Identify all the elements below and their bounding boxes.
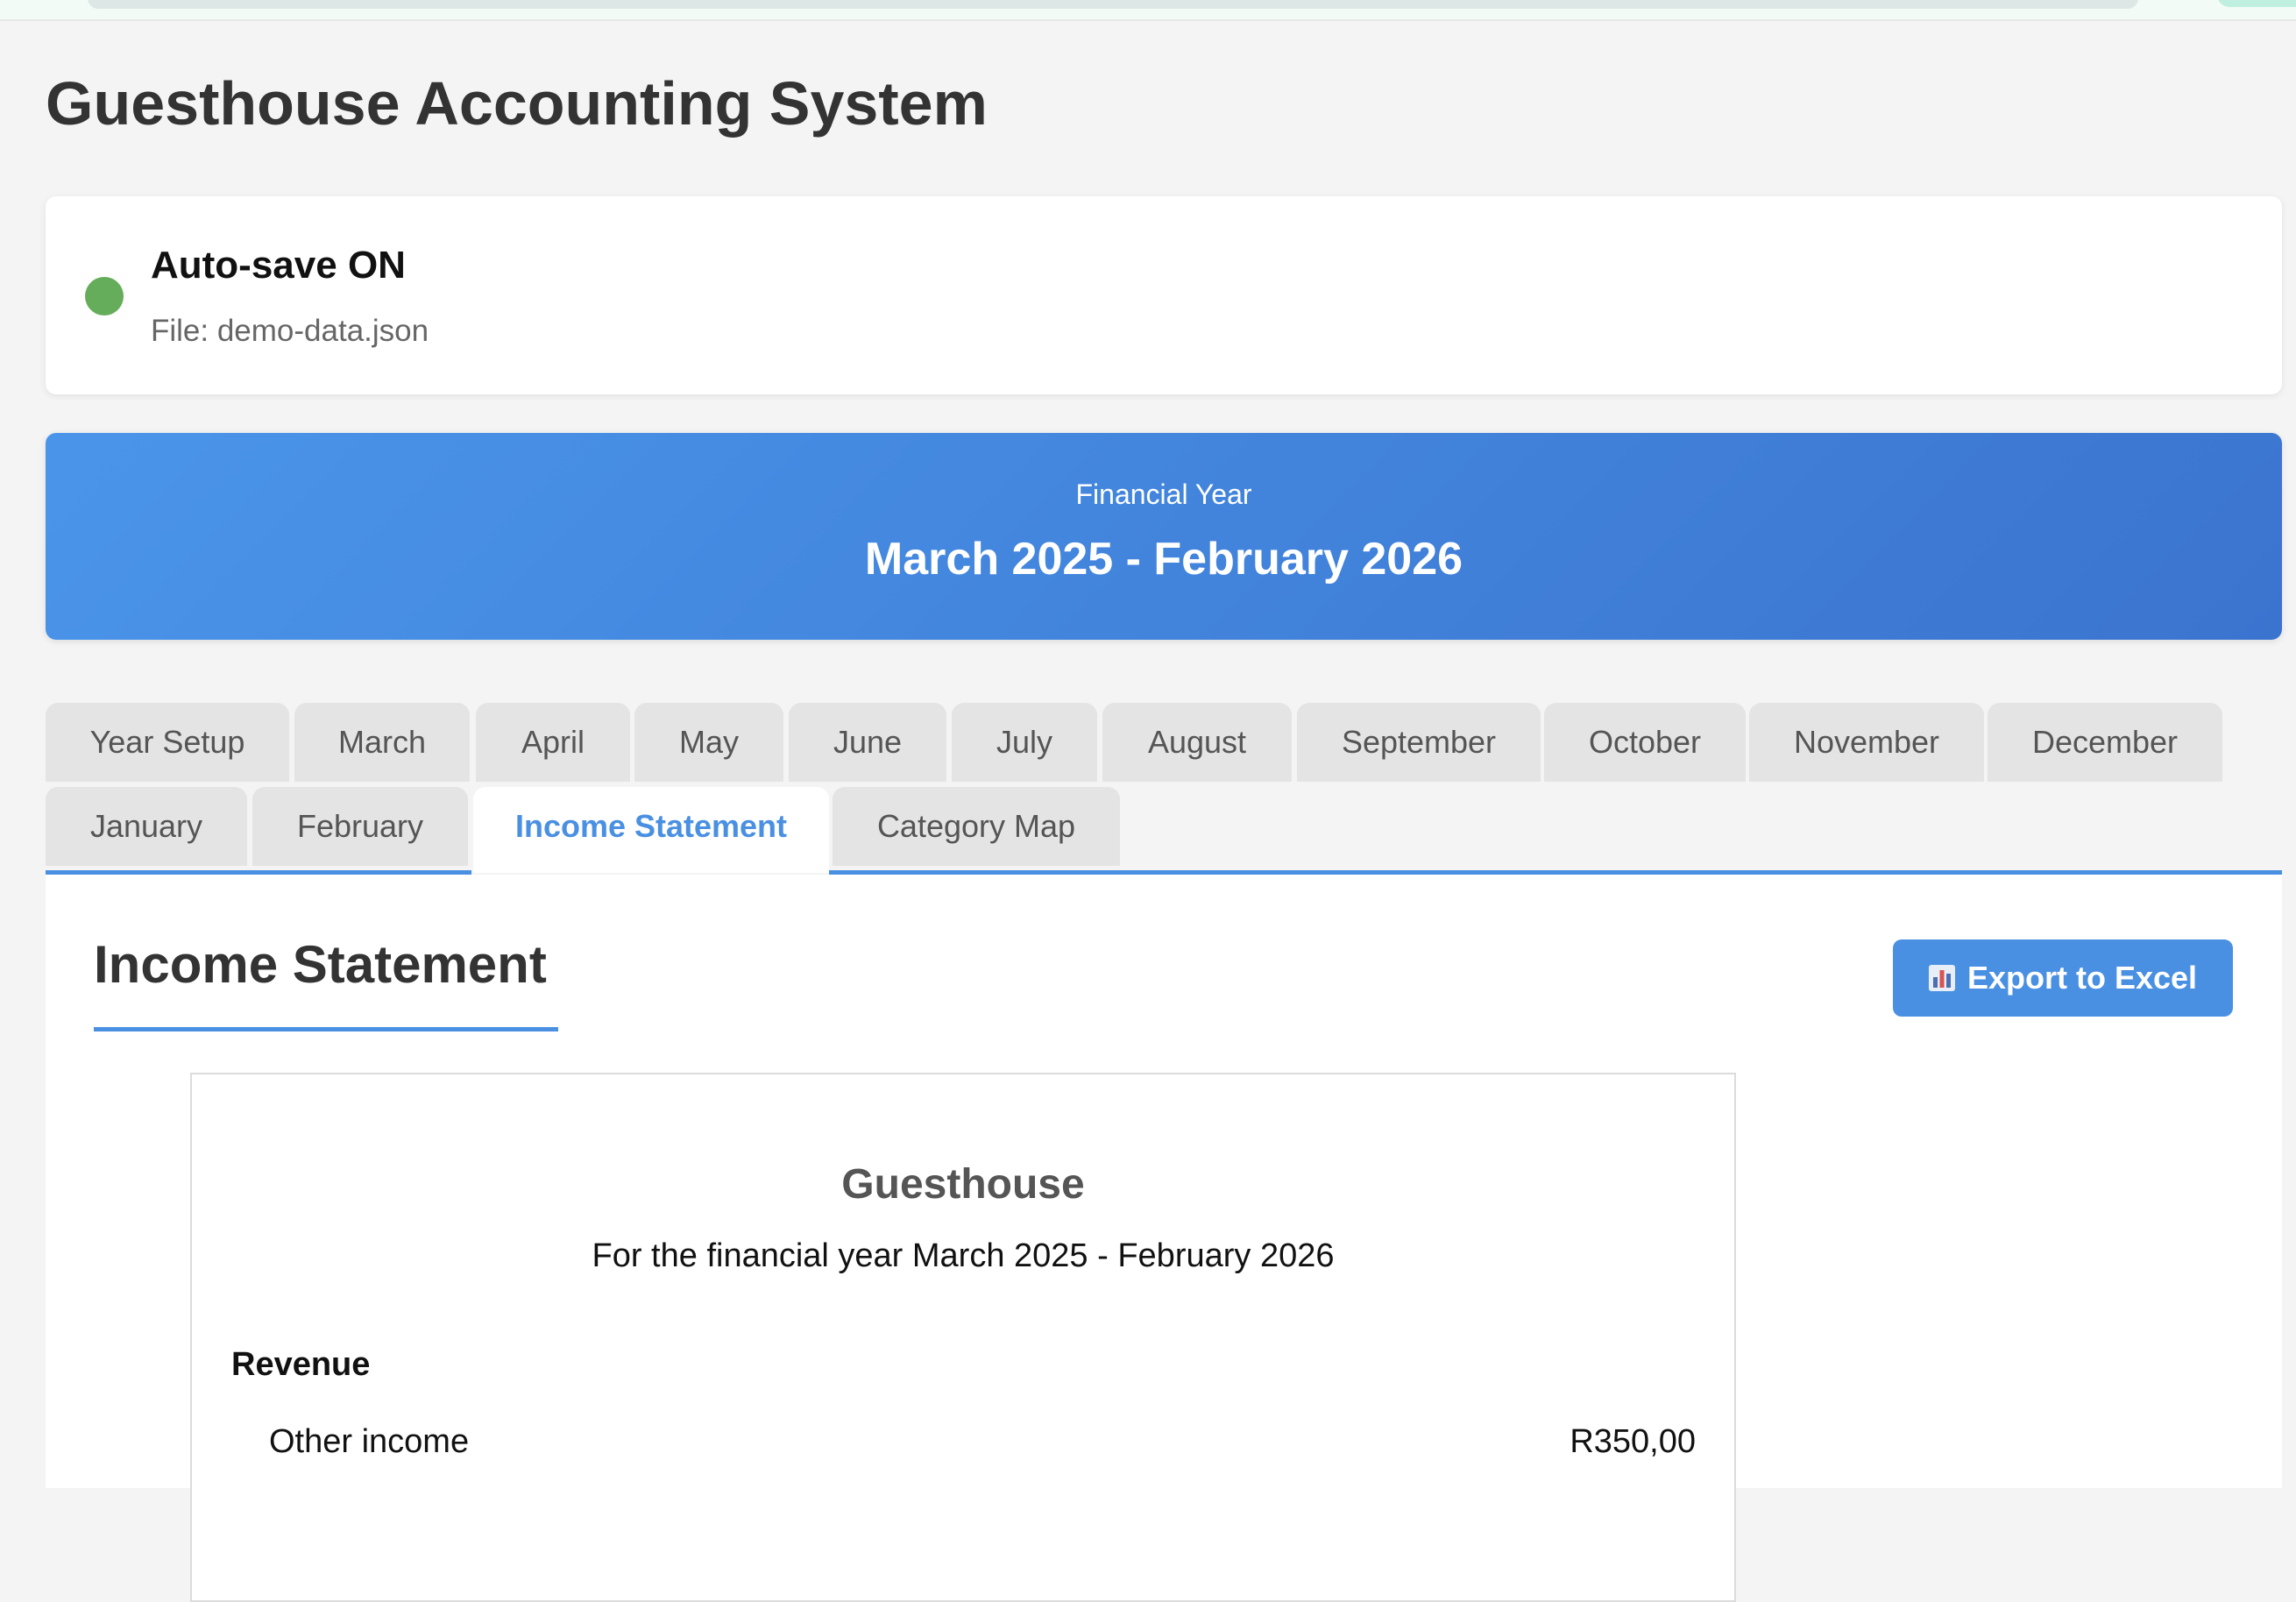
tab-september[interactable]: September	[1297, 703, 1541, 782]
tab-june[interactable]: June	[789, 703, 946, 782]
browser-top-strip	[0, 0, 2296, 21]
statement-company-name: Guesthouse	[841, 1161, 1085, 1208]
tab-year-setup[interactable]: Year Setup	[46, 703, 289, 782]
export-to-excel-button[interactable]: Export to Excel	[1893, 939, 2233, 1017]
top-corner-accent	[2217, 0, 2296, 7]
export-button-label: Export to Excel	[1966, 960, 2198, 996]
statement-period: For the financial year March 2025 - Febr…	[592, 1237, 1335, 1274]
app-title: Guesthouse Accounting System	[46, 69, 988, 138]
income-statement-heading: Income Statement	[94, 935, 547, 994]
tab-october[interactable]: October	[1544, 703, 1746, 782]
autosave-status-text: Auto-save ON	[151, 244, 406, 287]
tab-april[interactable]: April	[476, 703, 630, 782]
financial-year-range: March 2025 - February 2026	[864, 534, 1463, 585]
tab-may[interactable]: May	[634, 703, 783, 782]
autosave-status-card: Auto-save ON File: demo-data.json	[46, 196, 2282, 394]
tab-july[interactable]: July	[952, 703, 1097, 782]
statement-row-label: Other income	[269, 1423, 470, 1460]
statement-section-revenue: Revenue	[231, 1346, 371, 1383]
tab-income-statement[interactable]: Income Statement	[473, 787, 829, 873]
autosave-status-dot	[85, 277, 124, 315]
tab-november[interactable]: November	[1749, 703, 1984, 782]
tab-march[interactable]: March	[294, 703, 470, 782]
financial-year-banner: Financial Year March 2025 - February 202…	[46, 433, 2282, 640]
income-statement-panel: Income Statement Export to Excel Guestho…	[46, 875, 2282, 1602]
tab-february[interactable]: February	[252, 787, 468, 866]
tab-december[interactable]: December	[1988, 703, 2222, 782]
income-statement-document: Guesthouse For the financial year March …	[190, 1073, 1736, 1602]
tab-august[interactable]: August	[1102, 703, 1292, 782]
financial-year-label: Financial Year	[1075, 478, 1252, 510]
autosave-file-name: File: demo-data.json	[151, 314, 429, 348]
statement-row-value: R350,00	[1570, 1423, 1696, 1460]
heading-underline	[94, 1027, 558, 1031]
tab-january[interactable]: January	[46, 787, 247, 866]
top-scroll-pill	[88, 0, 2138, 9]
bar-chart-icon	[1928, 965, 1955, 991]
tab-category-map[interactable]: Category Map	[833, 787, 1120, 866]
